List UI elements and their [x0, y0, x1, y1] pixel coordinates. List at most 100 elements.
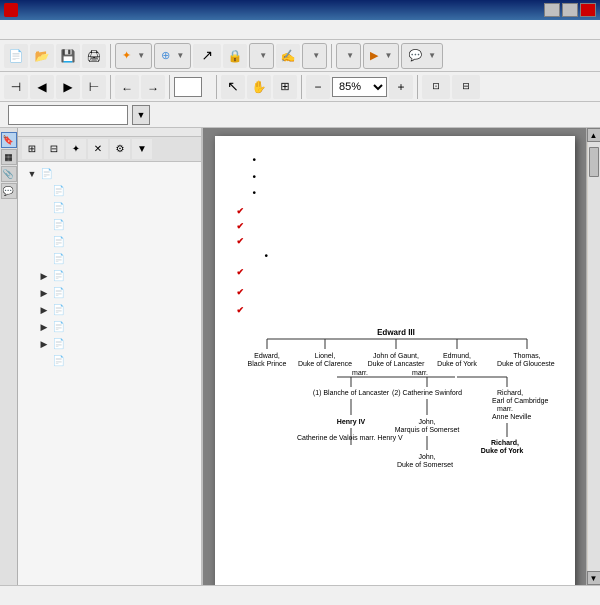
edward-bp-label: Edward,: [254, 353, 280, 360]
panel-toolbar: ⊞ ⊟ ✦ ✕ ⚙ ▼: [18, 137, 201, 162]
save-button[interactable]: 💾: [56, 44, 80, 68]
toggle-part1[interactable]: ▶: [38, 269, 50, 283]
cursor-tool-button[interactable]: ↖: [221, 75, 245, 99]
toggle-part5[interactable]: ▶: [38, 337, 50, 351]
bookmark-options-button[interactable]: ▼: [132, 139, 152, 159]
john-duke-label: John,: [418, 454, 435, 461]
scroll-down-button[interactable]: ▼: [587, 571, 600, 585]
comment-button[interactable]: 💬 ▼: [401, 43, 443, 69]
bookmark-item-root[interactable]: ▼ 📄: [18, 166, 201, 183]
next-page-button[interactable]: ▶: [56, 75, 80, 99]
bookmark-item-part5[interactable]: ▶ 📄: [18, 336, 201, 353]
bookmark-item-about[interactable]: ▶ 📄: [18, 183, 201, 200]
menu-comments[interactable]: [60, 28, 72, 32]
scroll-thumb[interactable]: [589, 147, 599, 177]
expand-all-button[interactable]: ⊞: [22, 139, 42, 159]
secure-button[interactable]: ▼: [249, 43, 274, 69]
family-tree-area: Edward III Edward, Black Prince Lionel, …: [237, 325, 555, 495]
multimedia-button[interactable]: ▶ ▼: [363, 43, 399, 69]
lionel-label2: Duke of Clarence: [297, 361, 351, 368]
first-page-button[interactable]: ⊣: [4, 75, 28, 99]
henry-iv-label: Henry IV: [336, 419, 365, 426]
zoom-out-button[interactable]: −: [306, 75, 330, 99]
checkmark-mary1: ✔: [237, 235, 245, 248]
bookmark-page-icon-toc: 📄: [52, 236, 66, 250]
family-tree-svg: Edward III Edward, Black Prince Lionel, …: [237, 325, 555, 490]
export-button[interactable]: ↗: [193, 44, 221, 68]
sign-icon-btn[interactable]: ✍: [276, 44, 300, 68]
pdf-line-edwardvi: ✔: [237, 205, 555, 218]
delete-bookmark-button[interactable]: ✕: [88, 139, 108, 159]
john-gaunt-label2: Duke of Lancaster: [367, 361, 424, 368]
lock-button[interactable]: 🔒: [223, 44, 247, 68]
bookmark-item-part3[interactable]: ▶ 📄: [18, 302, 201, 319]
prev-page-button[interactable]: ◀: [30, 75, 54, 99]
bookmark-item-intro[interactable]: ▶ 📄: [18, 251, 201, 268]
scroll-up-button[interactable]: ▲: [587, 128, 600, 142]
combine-button[interactable]: ⊕ ▼: [154, 43, 191, 69]
bookmark-page-icon-glance: 📄: [52, 219, 66, 233]
maximize-button[interactable]: [562, 3, 578, 17]
print-button[interactable]: 🖨: [82, 44, 106, 68]
new-bookmark-button[interactable]: ✦: [66, 139, 86, 159]
forms-button[interactable]: ▼: [336, 43, 361, 69]
bookmark-item-index[interactable]: ▶ 📄: [18, 353, 201, 370]
marquee-zoom-button[interactable]: ⊞: [273, 75, 297, 99]
sep1: [110, 44, 111, 68]
secure-dropdown-icon: ▼: [259, 51, 267, 60]
richard-label: Richard,: [497, 390, 523, 397]
fit-page-button[interactable]: ⊟: [452, 75, 480, 99]
close-button[interactable]: [580, 3, 596, 17]
toggle-part2[interactable]: ▶: [38, 286, 50, 300]
open-file-button[interactable]: 📂: [30, 44, 54, 68]
create-button[interactable]: ✦ ▼: [115, 43, 152, 69]
scroll-track[interactable]: [588, 142, 600, 571]
comments-tab-icon[interactable]: 💬: [1, 183, 17, 199]
menu-tools[interactable]: [88, 28, 100, 32]
last-page-button[interactable]: ⊢: [82, 75, 106, 99]
menu-window[interactable]: [116, 28, 128, 32]
edmund-label2: Duke of York: [437, 361, 477, 368]
actual-size-button[interactable]: ⊡: [422, 75, 450, 99]
pages-tab-icon[interactable]: ▦: [1, 149, 17, 165]
menu-edit[interactable]: [18, 28, 30, 32]
bookmark-properties-button[interactable]: ⚙: [110, 139, 130, 159]
bookmark-item-glance[interactable]: ▶ 📄: [18, 217, 201, 234]
richard-york-label: Richard,: [490, 440, 518, 447]
menu-forms[interactable]: [74, 28, 86, 32]
collapse-all-button[interactable]: ⊟: [44, 139, 64, 159]
menu-file[interactable]: [4, 28, 16, 32]
menu-view[interactable]: [32, 28, 44, 32]
sign-button[interactable]: ▼: [302, 43, 327, 69]
bookmark-item-acknowledgements[interactable]: ▶ 📄: [18, 200, 201, 217]
checkmark-edwardvi: ✔: [237, 205, 245, 218]
zoom-in-button[interactable]: +: [389, 75, 413, 99]
marr2-label: marr.: [412, 370, 428, 377]
menu-advanced[interactable]: [102, 28, 114, 32]
bookmark-item-toc[interactable]: ▶ 📄: [18, 234, 201, 251]
toggle-part3[interactable]: ▶: [38, 303, 50, 317]
pdf-line-philip: •: [237, 250, 555, 265]
bookmark-item-part1[interactable]: ▶ 📄: [18, 268, 201, 285]
toggle-root[interactable]: ▼: [26, 167, 38, 181]
toggle-part4[interactable]: ▶: [38, 320, 50, 334]
sep5: [216, 75, 217, 99]
attachments-tab-icon[interactable]: 📎: [1, 166, 17, 182]
minimize-button[interactable]: [544, 3, 560, 17]
bookmark-item-part4[interactable]: ▶ 📄: [18, 319, 201, 336]
find-bar: ▼: [0, 102, 600, 128]
page-number-input[interactable]: [174, 77, 202, 97]
new-file-button[interactable]: 📄: [4, 44, 28, 68]
hand-tool-button[interactable]: ✋: [247, 75, 271, 99]
zoom-select[interactable]: 85% 100% 75%: [332, 77, 387, 97]
create-icon: ✦: [122, 49, 131, 62]
back-button[interactable]: ←: [115, 75, 139, 99]
menu-document[interactable]: [46, 28, 58, 32]
bookmark-item-part2[interactable]: ▶ 📄: [18, 285, 201, 302]
forward-button[interactable]: →: [141, 75, 165, 99]
find-input[interactable]: [8, 105, 128, 125]
window-controls[interactable]: [544, 3, 596, 17]
bookmarks-tab-icon[interactable]: 🔖: [1, 132, 17, 148]
menu-help[interactable]: [130, 28, 142, 32]
find-dropdown-button[interactable]: ▼: [132, 105, 150, 125]
